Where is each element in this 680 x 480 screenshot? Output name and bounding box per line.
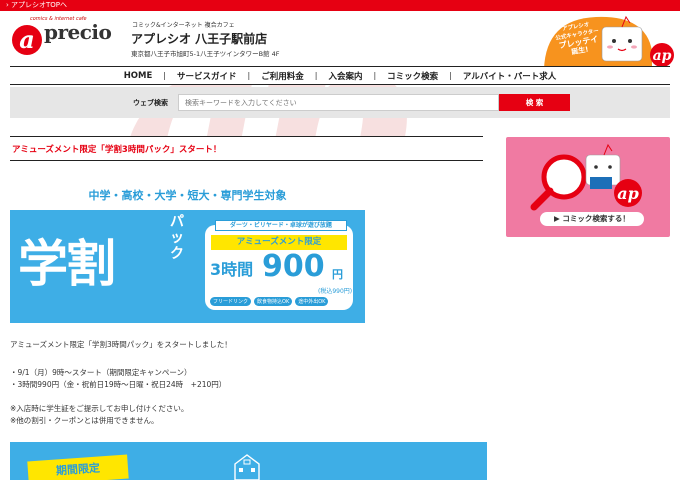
nav-service-guide[interactable]: サービスガイド bbox=[166, 70, 248, 82]
banner-tag: 途中外出OK bbox=[295, 297, 329, 306]
article-paragraph: ・9/1（月）9時〜スタート（期間限定キャンペーン） bbox=[10, 368, 192, 377]
banner-tag: フリードリンク bbox=[210, 297, 252, 306]
article-paragraph: ※入店時に学生証をご提示してお申し付けください。 bbox=[10, 404, 189, 413]
banner-tag: 飲食物持込OK bbox=[254, 297, 293, 306]
nav-home[interactable]: HOME bbox=[113, 71, 164, 81]
svg-text:ap: ap bbox=[653, 48, 672, 64]
banner-strip: ダーツ・ビリヤード・卓球が遊び放題 bbox=[215, 220, 347, 231]
banner-yen: 円 bbox=[332, 268, 343, 281]
banner-tax: (税込990円) bbox=[318, 288, 353, 295]
store-address: 東京都八王子市旭町5-1八王子ツインタワーB館 4F bbox=[131, 50, 280, 58]
store-category: コミック&インターネット 複合カフェ bbox=[132, 22, 235, 29]
search-button[interactable]: 検 索 bbox=[499, 94, 570, 111]
banner-big-text: 学割 bbox=[18, 235, 116, 293]
store-name: アプレシオ 八王子駅前店 bbox=[131, 32, 268, 46]
banner-headline: 中学・高校・大学・短大・専門学生対象 bbox=[88, 189, 287, 202]
svg-text:ap: ap bbox=[617, 184, 639, 203]
comic-search-button[interactable]: ▶ コミック検索する！ bbox=[540, 212, 644, 226]
banner-price: 900 bbox=[262, 249, 325, 284]
nav-pricing[interactable]: ご利用料金 bbox=[250, 70, 315, 82]
search-input[interactable] bbox=[178, 94, 499, 111]
article-paragraph: アミューズメント限定「学割3時間パック」をスタートしました！ bbox=[10, 340, 232, 349]
nav-comic-search[interactable]: コミック検索 bbox=[376, 70, 449, 82]
banner-pack-text: パック bbox=[170, 214, 184, 262]
banner-limited-label: アミューズメント限定 bbox=[211, 235, 347, 250]
banner-tags: フリードリンク 飲食物持込OK 途中外出OK bbox=[210, 297, 329, 306]
search-label: ウェブ検索 bbox=[133, 98, 168, 107]
limited-period-label: 期間限定 bbox=[27, 454, 129, 480]
mascot-banner[interactable]: ap アプレシオ 公式キャラクター プレッテイ 誕生! bbox=[534, 11, 680, 69]
banner-time: 3時間 bbox=[210, 260, 254, 279]
article-title: アミューズメント限定「学割3時間パック」スタート！ bbox=[12, 145, 222, 155]
site-logo[interactable]: a comics & internet cafe precio bbox=[10, 16, 122, 60]
nav-recruit[interactable]: アルバイト・パート求人 bbox=[452, 70, 567, 82]
banner-body: 学割 パック ダーツ・ビリヤード・卓球が遊び放題 アミューズメント限定 3時間 … bbox=[10, 210, 365, 323]
school-icon bbox=[234, 454, 260, 480]
nav-membership[interactable]: 入会案内 bbox=[317, 70, 373, 82]
top-link[interactable]: › アプレシオTOPへ bbox=[6, 1, 67, 9]
web-search-bar: ウェブ検索 検 索 bbox=[10, 87, 670, 118]
svg-text:a: a bbox=[19, 25, 35, 54]
article-paragraph: ・3時間990円（金・祝前日19時〜日曜・祝日24時 +210円） bbox=[10, 380, 227, 389]
main-nav: HOME | サービスガイド | ご利用料金 | 入会案内 | コミック検索 | アルバイ… bbox=[10, 66, 670, 85]
article-paragraph: ※他の割引・クーポンとは併用できません。 bbox=[10, 416, 159, 425]
logo-a-mark-icon: a bbox=[12, 25, 42, 55]
logo-wordmark: precio bbox=[44, 20, 112, 44]
top-link-bar[interactable]: › アプレシオTOPへ bbox=[0, 0, 680, 11]
campaign-banner: 中学・高校・大学・短大・専門学生対象 学割 パック ダーツ・ビリヤード・卓球が遊… bbox=[10, 184, 365, 323]
secondary-banner: 期間限定 bbox=[10, 442, 487, 480]
